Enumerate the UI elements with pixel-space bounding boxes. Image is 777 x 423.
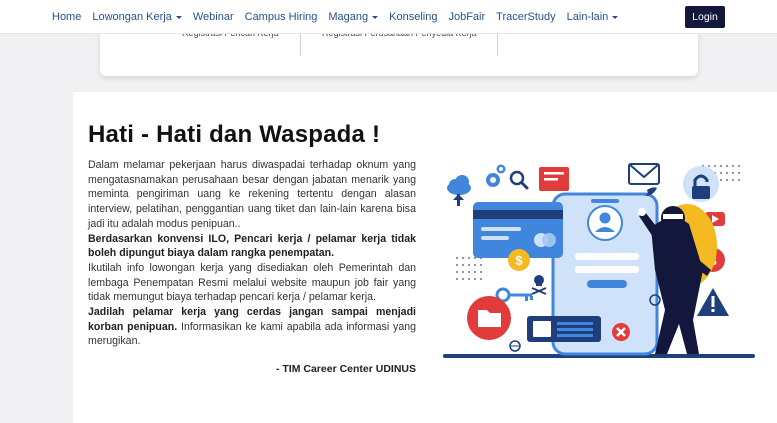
nav-item-jobfair[interactable]: JobFair xyxy=(448,11,485,23)
nav-item-webinar[interactable]: Webinar xyxy=(193,11,234,23)
warning-section: Hati - Hati dan Waspada ! Dalam melamar … xyxy=(73,92,777,423)
nav-item-label: Home xyxy=(52,11,82,23)
mail-icon xyxy=(628,163,660,185)
search-icon xyxy=(509,170,529,190)
logo-fragment xyxy=(0,29,44,35)
document-card xyxy=(539,167,569,191)
skull-icon xyxy=(531,275,547,295)
nav-item-label: Lowongan Kerja xyxy=(92,11,172,23)
nav-item-label: Konseling xyxy=(389,11,438,23)
nav-item-label: Campus Hiring xyxy=(244,11,318,23)
warning-icon xyxy=(697,288,729,316)
nav-item-label: TracerStudy xyxy=(496,11,556,23)
top-navbar: Home Lowongan Kerja Webinar Campus Hirin… xyxy=(0,0,777,34)
lock-icon xyxy=(683,166,719,202)
login-button[interactable]: Login xyxy=(685,6,725,28)
cloud-icon xyxy=(447,175,471,206)
warning-body: Dalam melamar pekerjaan harus diwaspadai… xyxy=(88,158,416,349)
nav-item-lain-lain[interactable]: Lain-lain xyxy=(567,11,619,23)
warning-paragraph: Dalam melamar pekerjaan harus diwaspadai… xyxy=(88,159,416,230)
nav-item-magang[interactable]: Magang xyxy=(328,11,379,23)
phishing-hacker-illustration: $ xyxy=(443,163,755,358)
nav-menu: Home Lowongan Kerja Webinar Campus Hirin… xyxy=(52,0,629,34)
nav-item-label: Magang xyxy=(328,11,369,23)
key-icon xyxy=(495,287,533,303)
nav-item-tracerstudy[interactable]: TracerStudy xyxy=(496,11,556,23)
warning-paragraph: Ikutilah info lowongan kerja yang disedi… xyxy=(88,261,416,304)
nav-item-lowongan-kerja[interactable]: Lowongan Kerja xyxy=(92,11,182,23)
svg-text:$: $ xyxy=(515,253,523,268)
folder-icon xyxy=(467,296,511,340)
nav-item-konseling[interactable]: Konseling xyxy=(389,11,437,23)
nav-item-home[interactable]: Home xyxy=(52,11,81,23)
nav-item-label: Webinar xyxy=(192,11,234,23)
nav-item-label: JobFair xyxy=(448,11,486,23)
caret-down-icon xyxy=(175,16,182,19)
gear-icon xyxy=(486,164,506,187)
warning-ilo-statement: Berdasarkan konvensi ILO, Pencari kerja … xyxy=(88,232,416,260)
caret-down-icon xyxy=(372,16,379,19)
server-panel xyxy=(527,316,601,342)
warning-signature: - TIM Career Center UDINUS xyxy=(275,363,416,375)
close-icon xyxy=(612,323,630,341)
globe-icon xyxy=(509,340,521,352)
nav-item-campus-hiring[interactable]: Campus Hiring xyxy=(245,11,318,23)
warning-title: Hati - Hati dan Waspada ! xyxy=(88,121,381,148)
caret-down-icon xyxy=(612,16,619,19)
dollar-icon: $ xyxy=(508,249,530,271)
nav-item-label: Lain-lain xyxy=(566,11,609,23)
